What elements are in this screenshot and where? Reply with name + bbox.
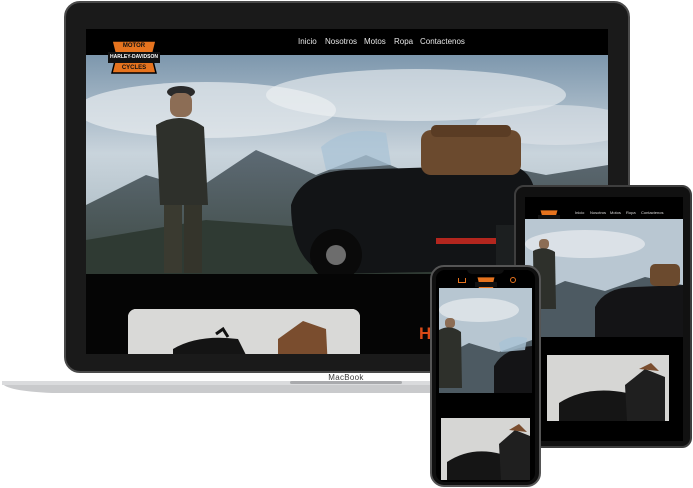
nav-link-inicio[interactable]: Inicio <box>298 37 317 46</box>
tablet-nav-inicio[interactable]: Inicio <box>575 210 584 215</box>
logo-text-bot: CYCLES <box>121 65 147 71</box>
nav-link-nosotros[interactable]: Nosotros <box>325 37 357 46</box>
logo-text-mid: HARLEY-DAVIDSON <box>110 54 158 60</box>
nav-link-ropa[interactable]: Ropa <box>394 37 413 46</box>
tablet-screen: Inicio Nosotros Motos Ropa Contactenos <box>525 197 683 441</box>
nav-link-motos[interactable]: Motos <box>364 37 386 46</box>
tablet-nav-motos[interactable]: Motos <box>610 210 621 215</box>
phone-screen <box>436 270 535 482</box>
tablet-nav-ropa[interactable]: Ropa <box>626 210 636 215</box>
search-icon[interactable] <box>510 277 516 283</box>
cart-icon[interactable] <box>458 278 466 283</box>
tablet-product-card[interactable] <box>547 355 669 421</box>
motorcycle-image <box>128 309 360 354</box>
tablet-nav-contactenos[interactable]: Contactenos <box>641 210 663 215</box>
product-card[interactable] <box>128 309 360 354</box>
site-navbar: Inicio Nosotros Motos Ropa Contactenos <box>86 29 608 55</box>
tablet-hero-image <box>525 219 683 337</box>
phone-product-card[interactable] <box>441 418 530 480</box>
phone-hero-image <box>439 288 532 393</box>
phone-notch <box>467 267 504 274</box>
harley-davidson-logo[interactable]: MOTOR HARLEY-DAVIDSON CYCLES <box>106 37 162 77</box>
logo-text-top: MOTOR <box>122 43 146 49</box>
macbook-label: MacBook <box>328 373 364 382</box>
tablet-nav-nosotros[interactable]: Nosotros <box>590 210 606 215</box>
nav-link-contactenos[interactable]: Contactenos <box>420 37 465 46</box>
